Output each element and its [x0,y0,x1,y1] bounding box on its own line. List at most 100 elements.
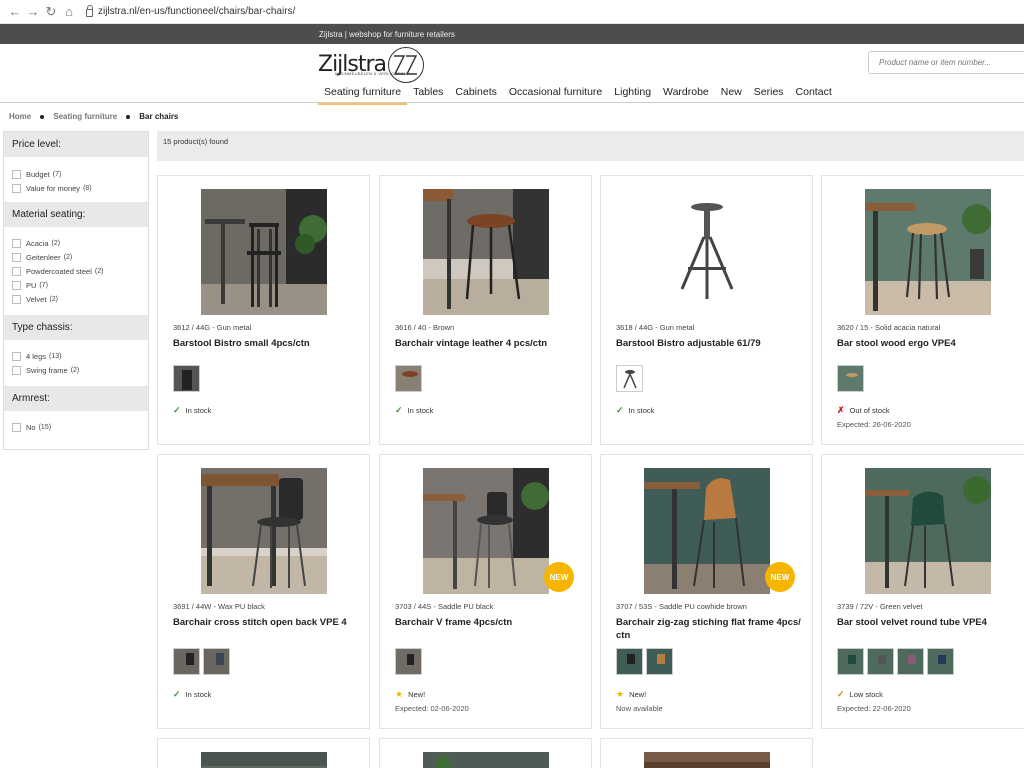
filter-option[interactable]: Acacia (2) [12,236,140,250]
reload-icon[interactable]: ↻ [42,3,60,21]
filter-option[interactable]: Velvet (2) [12,292,140,306]
option-label: Budget [26,169,50,179]
menu-item-occasional[interactable]: Occasional furniture [503,84,608,105]
filter-option[interactable]: PU (7) [12,278,140,292]
menu-item-series[interactable]: Series [748,84,790,105]
product-card[interactable]: 3691 / 44W - Wax PU black Barchair cross… [157,454,370,729]
stock-label: In stock [407,406,434,415]
url-text: zijlstra.nl/en-us/functioneel/chairs/bar… [98,6,296,17]
filter-option[interactable]: Budget (7) [12,167,140,181]
product-title[interactable]: Barchair cross stitch open back VPE 4 [173,616,363,629]
variant-thumb[interactable] [867,648,894,675]
checkbox[interactable] [12,238,21,248]
product-image[interactable] [201,468,327,594]
product-card[interactable] [157,738,370,768]
checkbox[interactable] [12,280,21,290]
variant-thumb[interactable] [395,648,422,675]
check-icon: ✓ [173,405,181,415]
variant-thumb[interactable] [173,365,200,392]
menu-item-wardrobe[interactable]: Wardrobe [657,84,715,105]
variant-thumb[interactable] [173,648,200,675]
product-title[interactable]: Barstool Bistro adjustable 61/79 [616,337,806,350]
product-card[interactable]: 3620 / 15 - Solid acacia natural Bar sto… [821,175,1024,445]
product-image[interactable] [865,189,991,315]
menu-item-lighting[interactable]: Lighting [608,84,657,105]
product-card[interactable]: NEW 3703 / 44S - Saddle PU black Barchai… [379,454,592,729]
variant-thumb[interactable] [203,648,230,675]
lock-icon [86,4,93,17]
option-count: (2) [51,239,61,247]
product-image[interactable] [423,752,549,768]
logo[interactable]: Zijlstra KLEINMEUBELEN & VERLICHTING [318,47,425,83]
menu-item-seating[interactable]: Seating furniture [318,84,408,105]
stock-label: In stock [185,690,212,699]
product-card[interactable]: 3618 / 44G - Gun metal Barstool Bistro a… [600,175,813,445]
filter-option[interactable]: Powdercoated steel (2) [12,264,140,278]
stock-status: ★ New! [395,689,425,700]
check-icon: ✓ [173,689,181,699]
variant-thumb[interactable] [927,648,954,675]
breadcrumb-seating[interactable]: Seating furniture [53,112,117,121]
menu-item-cabinets[interactable]: Cabinets [449,84,502,105]
stock-note: Expected: 26-06-2020 [837,420,911,429]
variant-thumb[interactable] [837,648,864,675]
filter-option[interactable]: 4 legs (13) [12,349,140,363]
menu-item-tables[interactable]: Tables [407,84,449,105]
product-title[interactable]: Barchair V frame 4pcs/ctn [395,616,585,629]
results-count-bar: 15 product(s) found [157,131,1024,161]
search-input[interactable] [868,51,1024,74]
variant-thumb[interactable] [616,365,643,392]
product-card[interactable]: 3739 / 72V - Green velvet Bar stool velv… [821,454,1024,729]
product-title[interactable]: Barstool Bistro small 4pcs/ctn [173,337,363,350]
product-card[interactable] [379,738,592,768]
variant-thumb[interactable] [897,648,924,675]
filter-option[interactable]: Swing frame (2) [12,363,140,377]
variant-thumb[interactable] [616,648,643,675]
product-card[interactable]: 3616 / 40 - Brown Barchair vintage leath… [379,175,592,445]
menu-item-contact[interactable]: Contact [790,84,838,105]
product-card[interactable] [600,738,813,768]
checkbox[interactable] [12,294,21,304]
option-label: Acacia [26,238,49,248]
checkbox[interactable] [12,422,21,432]
checkbox[interactable] [12,365,21,375]
breadcrumb-home[interactable]: Home [9,112,31,121]
menu-item-new[interactable]: New [715,84,748,105]
product-title[interactable]: Bar stool velvet round tube VPE4 [837,616,1024,629]
product-image[interactable] [201,752,327,768]
back-icon[interactable]: ← [6,3,24,21]
product-image[interactable] [423,468,549,594]
checkbox[interactable] [12,169,21,179]
product-card[interactable]: NEW 3707 / 53S - Saddle PU cowhide brown… [600,454,813,729]
variant-thumb[interactable] [837,365,864,392]
product-image[interactable] [201,189,327,315]
product-title[interactable]: Barchair vintage leather 4 pcs/ctn [395,337,585,350]
checkbox[interactable] [12,266,21,276]
product-sku: 3618 / 44G - Gun metal [616,323,695,332]
color-variants [173,648,230,675]
product-image[interactable] [644,189,770,315]
option-count: (8) [83,184,92,192]
product-title[interactable]: Bar stool wood ergo VPE4 [837,337,1024,350]
variant-thumb[interactable] [646,648,673,675]
stock-label: Low stock [849,690,883,699]
checkbox[interactable] [12,252,21,262]
new-badge: NEW [765,562,795,592]
forward-icon[interactable]: → [24,3,42,21]
filter-option[interactable]: Geitenleer (2) [12,250,140,264]
checkbox[interactable] [12,351,21,361]
product-image[interactable] [644,752,770,768]
address-bar[interactable]: zijlstra.nl/en-us/functioneel/chairs/bar… [86,4,296,17]
product-sku: 3703 / 44S - Saddle PU black [395,602,494,611]
filter-option[interactable]: Value for money (8) [12,181,140,195]
filter-option[interactable]: No (15) [12,420,140,434]
variant-thumb[interactable] [395,365,422,392]
product-image[interactable] [423,189,549,315]
product-image[interactable] [865,468,991,594]
home-icon[interactable]: ⌂ [60,3,78,21]
product-card[interactable]: 3612 / 44G - Gun metal Barstool Bistro s… [157,175,370,445]
option-label: Swing frame [26,365,68,375]
product-image[interactable] [644,468,770,594]
checkbox[interactable] [12,183,21,193]
product-title[interactable]: Barchair zig-zag stiching flat frame 4pc… [616,616,806,642]
